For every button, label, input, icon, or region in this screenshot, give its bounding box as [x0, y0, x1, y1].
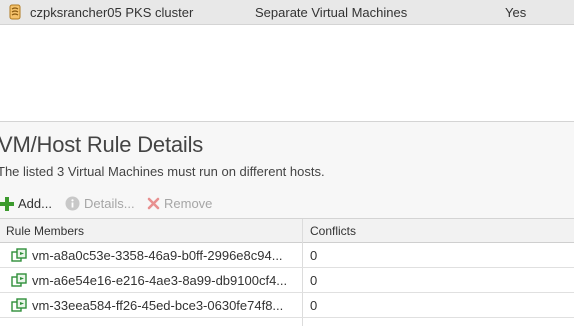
details-title: VM/Host Rule Details [0, 132, 204, 157]
remove-button-label: Remove [164, 196, 213, 211]
virtual-machine-icon [11, 248, 27, 262]
member-conflicts: 0 [310, 298, 318, 313]
details-button[interactable]: Details... [65, 196, 135, 211]
table-row[interactable]: vm-a6e54e16-e216-4ae3-8a99-db9100cf4... … [0, 268, 574, 293]
details-description: The listed 3 Virtual Machines must run o… [0, 164, 325, 179]
member-conflicts: 0 [310, 248, 318, 263]
member-name: vm-a8a0c53e-3358-46a9-b0ff-2996e8c94... [32, 248, 283, 263]
green-plus-icon [0, 196, 14, 211]
add-button[interactable]: Add... [0, 196, 52, 211]
details-toolbar: Add... Details... Remove [0, 194, 574, 216]
member-name: vm-a6e54e16-e216-4ae3-8a99-db9100cf4... [32, 273, 288, 288]
column-header-conflicts[interactable]: Conflicts [310, 224, 356, 238]
table-row[interactable]: vm-33eea584-ff26-45ed-bce3-0630fe74f8...… [0, 293, 574, 318]
info-icon [65, 196, 80, 211]
rule-type: Separate Virtual Machines [255, 5, 408, 20]
rule-enabled: Yes [505, 5, 527, 20]
rule-details-panel: VM/Host Rule Details The listed 3 Virtua… [0, 122, 574, 326]
rule-name: czpksrancher05 PKS cluster [30, 5, 194, 20]
details-button-label: Details... [84, 196, 135, 211]
add-button-label: Add... [18, 196, 52, 211]
virtual-machine-icon [11, 298, 27, 312]
member-name: vm-33eea584-ff26-45ed-bce3-0630fe74f8... [32, 298, 284, 313]
red-x-icon [147, 197, 160, 210]
grid-header: Rule Members Conflicts [0, 219, 574, 243]
rule-members-grid: Rule Members Conflicts vm-a8a0c53e-3358-… [0, 218, 574, 326]
member-conflicts: 0 [310, 273, 318, 288]
virtual-machine-icon [11, 273, 27, 287]
table-row[interactable]: vm-a8a0c53e-3358-46a9-b0ff-2996e8c94... … [0, 243, 574, 268]
rule-list-row[interactable]: czpksrancher05 PKS cluster Separate Virt… [0, 0, 574, 25]
rule-list-empty-area [0, 25, 574, 122]
column-header-rule-members[interactable]: Rule Members [6, 224, 84, 238]
remove-button[interactable]: Remove [147, 196, 212, 211]
rule-scroll-icon [9, 4, 21, 20]
